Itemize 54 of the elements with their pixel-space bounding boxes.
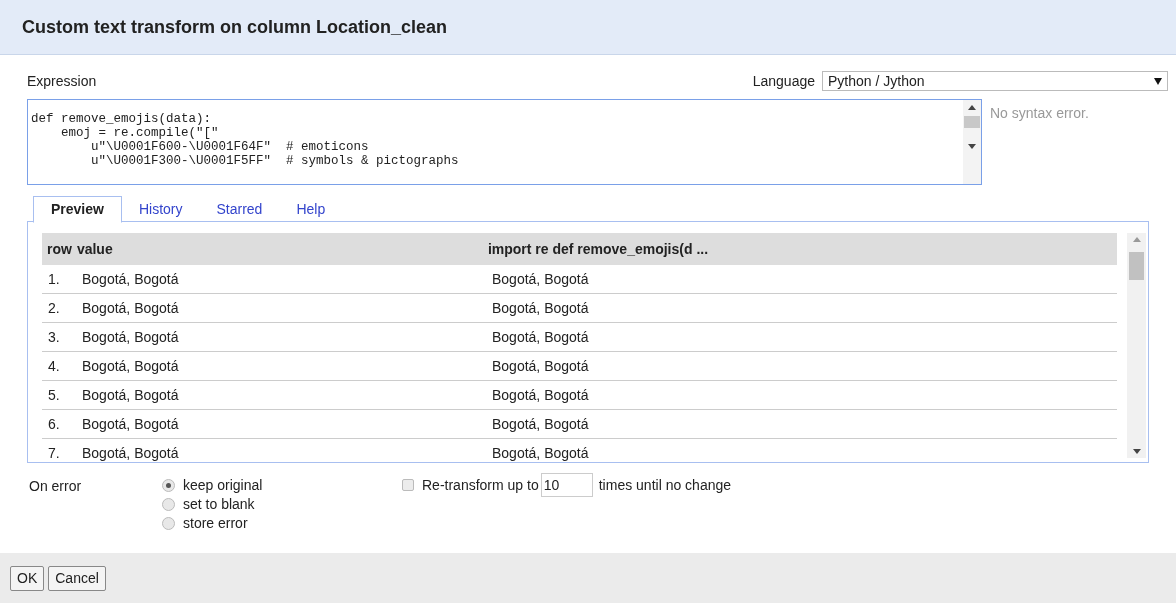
checkbox[interactable]: [402, 479, 414, 491]
tab[interactable]: Preview: [33, 196, 122, 223]
dialog-button[interactable]: OK: [10, 565, 45, 591]
radio-label: store error: [183, 514, 248, 533]
tab[interactable]: History: [121, 196, 200, 222]
table-cell-text: Bogotá, Bogotá: [492, 327, 589, 347]
expression-label: Expression: [27, 71, 97, 91]
column-header: import re def remove_emojis(d ...: [487, 239, 709, 259]
expression-input[interactable]: def remove_emojis(data): emoj = re.compile("[" u"\U0001F600-\U0001F64F" # emoticons u"\U0001F300-\U0001F5FF" # symbols & pictographs: [27, 99, 982, 185]
table-cell-text: Bogotá, Bogotá: [492, 269, 589, 289]
scrollbar[interactable]: [963, 100, 981, 184]
table-cell-text: Bogotá, Bogotá: [492, 414, 589, 434]
radio-button[interactable]: [162, 517, 175, 530]
retransform-label: Re-transform up to: [422, 475, 539, 495]
dialog-title: Custom text transform on column Location_clean: [22, 15, 448, 39]
tab[interactable]: Starred: [199, 196, 280, 222]
radio-label: keep original: [183, 476, 263, 495]
count-input[interactable]: 10: [540, 473, 593, 497]
table-cell-text: Bogotá, Bogotá: [492, 298, 589, 318]
row-number: 2.: [48, 298, 61, 318]
table-cell-text: Bogotá, Bogotá: [82, 356, 180, 376]
language-label: Language: [752, 71, 815, 91]
table-cell-text: Bogotá, Bogotá: [492, 385, 589, 405]
row-number: 3.: [48, 327, 61, 347]
code-line: u"\U0001F300-\U0001F5FF" # symbols & pictographs: [90, 154, 459, 168]
syntax-status: No syntax error.: [990, 104, 1089, 123]
radio-label: set to blank: [183, 495, 255, 514]
scrollbar[interactable]: [1127, 233, 1146, 458]
table-cell-text: Bogotá, Bogotá: [82, 327, 180, 347]
column-header: value: [76, 239, 114, 259]
dialog-button[interactable]: Cancel: [48, 565, 106, 591]
on-error-label: On error: [29, 477, 83, 496]
dropdown-caret-icon: [1154, 77, 1162, 85]
table-cell-text: Bogotá, Bogotá: [492, 443, 589, 462]
row-number: 4.: [48, 356, 61, 376]
row-number: 7.: [48, 443, 61, 462]
language-select[interactable]: Python / Jython: [822, 71, 1168, 91]
radio-button[interactable]: [162, 498, 175, 511]
code-line: def remove_emojis(data):: [31, 112, 212, 126]
row-number: 5.: [48, 385, 61, 405]
table-cell-text: Bogotá, Bogotá: [82, 269, 180, 289]
table-cell-text: Bogotá, Bogotá: [82, 385, 180, 405]
row-number: 1.: [48, 269, 61, 289]
table-cell-text: Bogotá, Bogotá: [82, 298, 180, 318]
table-cell-text: Bogotá, Bogotá: [492, 356, 589, 376]
column-header: row: [47, 239, 72, 259]
tab[interactable]: Help: [279, 196, 343, 222]
table-cell-text: Bogotá, Bogotá: [82, 414, 180, 434]
radio-button[interactable]: [162, 479, 175, 492]
code-line: u"\U0001F600-\U0001F64F" # emoticons: [90, 140, 369, 154]
retransform-suffix: times until no change: [598, 475, 732, 495]
row-number: 6.: [48, 414, 61, 434]
table-cell-text: Bogotá, Bogotá: [82, 443, 180, 462]
code-line: emoj = re.compile("[": [60, 126, 219, 140]
